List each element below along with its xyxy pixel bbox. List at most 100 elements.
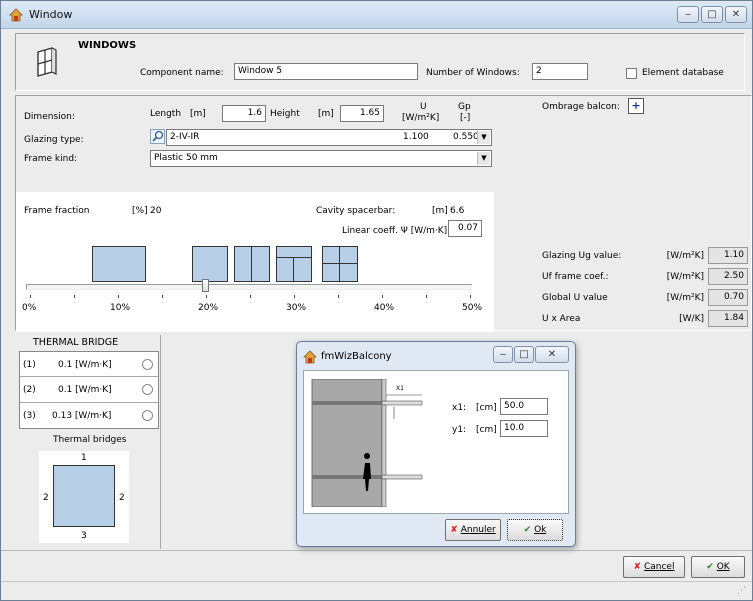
y1-input[interactable]: 10.0 [500, 420, 548, 437]
side-right-label: 2 [119, 493, 125, 503]
dialog-cancel-label: Annuler [460, 525, 496, 535]
element-database-label: Element database [642, 68, 724, 78]
slider-minor-tick [74, 295, 75, 298]
slider-tick-label: 50% [462, 303, 483, 313]
frame-preview-1 [192, 246, 228, 282]
cancel-button[interactable]: ✘ Cancel [623, 556, 685, 578]
dialog-close-button[interactable]: ✕ [535, 346, 569, 363]
length-label: Length [150, 109, 182, 119]
thermal-row-radio[interactable] [142, 359, 153, 370]
slider-minor-tick [338, 295, 339, 298]
side-top-label: 1 [81, 453, 87, 463]
thermal-row-radio[interactable] [142, 384, 153, 395]
result-row: Uf frame coef.: [W/m²K] 2.50 [542, 267, 748, 287]
dimension-label: Dimension: [24, 112, 75, 122]
frame-kind-select[interactable]: Plastic 50 mm ▼ [150, 150, 492, 167]
cavity-spacerbar-unit: [m] [432, 206, 448, 216]
ombrage-add-button[interactable]: + [628, 98, 644, 114]
dialog-cancel-button[interactable]: ✘ Annuler [445, 519, 501, 541]
length-input[interactable]: 1.6 [222, 105, 266, 122]
result-value: 1.10 [708, 247, 748, 264]
footer-divider [1, 550, 752, 551]
slider-tick [206, 295, 207, 298]
ok-button[interactable]: ✔ OK [691, 556, 745, 578]
cavity-spacerbar-value: 6.6 [450, 206, 465, 216]
app-house-icon [303, 350, 317, 364]
length-unit: [m] [190, 109, 206, 119]
thermal-row-radio[interactable] [142, 410, 153, 421]
thermal-row-3[interactable]: (3) 0.13 [W/m·K] [20, 403, 158, 428]
thermal-row-1[interactable]: (1) 0.1 [W/m·K] [20, 352, 158, 377]
diagram-x1-label: X1 [396, 385, 404, 392]
cavity-spacerbar-label: Cavity spacerbar: [316, 206, 396, 216]
frame-kind-value: Plastic 50 mm [154, 153, 218, 163]
balcony-diagram [311, 379, 423, 507]
x1-input[interactable]: 50.0 [500, 398, 548, 415]
height-unit: [m] [318, 109, 334, 119]
chevron-down-icon[interactable]: ▼ [477, 152, 490, 165]
slider-scale: 0% 10% 20% 30% 40% 50% [16, 295, 494, 325]
glazing-type-select[interactable]: 2-IV-IR 1.100 0.550 ▼ [166, 129, 492, 146]
result-label: Glazing Ug value: [542, 251, 622, 261]
thermal-row-value: 0.13 [W/m·K] [52, 411, 112, 421]
side-left-label: 2 [43, 493, 49, 503]
ok-label: OK [716, 562, 730, 572]
result-label: Global U value [542, 293, 608, 303]
glazing-u-value: 1.100 [403, 132, 429, 142]
frame-fraction-slider-track[interactable] [26, 284, 472, 290]
result-label: U x Area [542, 314, 581, 324]
thermal-row-2[interactable]: (2) 0.1 [W/m·K] [20, 377, 158, 403]
slider-minor-tick [162, 295, 163, 298]
result-row: Global U value [W/m²K] 0.70 [542, 288, 748, 308]
checkmark-icon: ✔ [523, 525, 532, 535]
frame-fraction-value: 20 [150, 206, 162, 216]
chevron-down-icon[interactable]: ▼ [477, 131, 490, 144]
window-frame: Window ‒ □ ✕ WINDOWS Component name: Win… [0, 0, 753, 601]
frame-preview-3 [276, 246, 312, 282]
y1-label: y1: [452, 425, 467, 435]
height-label: Height [270, 109, 300, 119]
slider-tick-label: 10% [110, 303, 131, 313]
thermal-bridge-panel: THERMAL BRIDGE (1) 0.1 [W/m·K] (2) 0.1 [… [15, 335, 161, 549]
thermal-row-value: 0.1 [W/m·K] [58, 385, 112, 395]
close-button[interactable]: ✕ [725, 6, 747, 23]
checkmark-icon: ✔ [706, 562, 714, 572]
result-unit: [W/m²K] [666, 293, 704, 303]
frame-fraction-unit: [%] [132, 206, 148, 216]
maximize-button[interactable]: □ [701, 6, 723, 23]
thermal-row-id: (1) [23, 360, 36, 370]
result-unit: [W/m²K] [666, 272, 704, 282]
thermal-row-id: (3) [23, 411, 36, 421]
search-icon[interactable] [150, 129, 165, 144]
window-component-icon [37, 47, 57, 77]
y1-unit: [cm] [476, 425, 497, 435]
result-label: Uf frame coef.: [542, 272, 609, 282]
element-database-checkbox[interactable] [626, 68, 637, 79]
cancel-label: Cancel [643, 562, 675, 572]
component-name-input[interactable]: Window 5 [234, 63, 418, 80]
slider-tick [382, 295, 383, 298]
slider-tick [30, 295, 31, 298]
frame-fraction-slider-thumb[interactable] [202, 279, 209, 292]
linear-coeff-input[interactable]: 0.07 [448, 220, 482, 237]
cancel-x-icon: ✘ [633, 562, 642, 572]
dialog-body: X1 x1: [cm] 50.0 y1: [cm] 10.0 [303, 370, 569, 514]
slider-tick-label: 20% [198, 303, 219, 313]
dialog-maximize-button[interactable]: □ [514, 346, 534, 363]
number-of-windows-input[interactable]: 2 [532, 63, 588, 80]
slider-tick [470, 295, 471, 298]
section-title: WINDOWS [78, 40, 137, 51]
thermal-bridge-title: THERMAL BRIDGE [33, 337, 119, 348]
resize-grip-icon[interactable]: ⋰ [737, 586, 749, 598]
thermal-row-value: 0.1 [W/m·K] [58, 360, 112, 370]
minimize-button[interactable]: ‒ [677, 6, 699, 23]
linear-coeff-label: Linear coeff. Ψ [W/m·K] [342, 226, 448, 236]
frame-fraction-area: Frame fraction [%] 20 Cavity spacerbar: … [16, 192, 494, 332]
height-input[interactable]: 1.65 [340, 105, 384, 122]
dialog-minimize-button[interactable]: ‒ [493, 346, 513, 363]
dialog-ok-button[interactable]: ✔ Ok [507, 519, 563, 541]
component-name-label: Component name: [140, 68, 224, 78]
result-value: 2.50 [708, 268, 748, 285]
side-bottom-label: 3 [81, 531, 87, 541]
glazing-type-value: 2-IV-IR [170, 132, 200, 142]
